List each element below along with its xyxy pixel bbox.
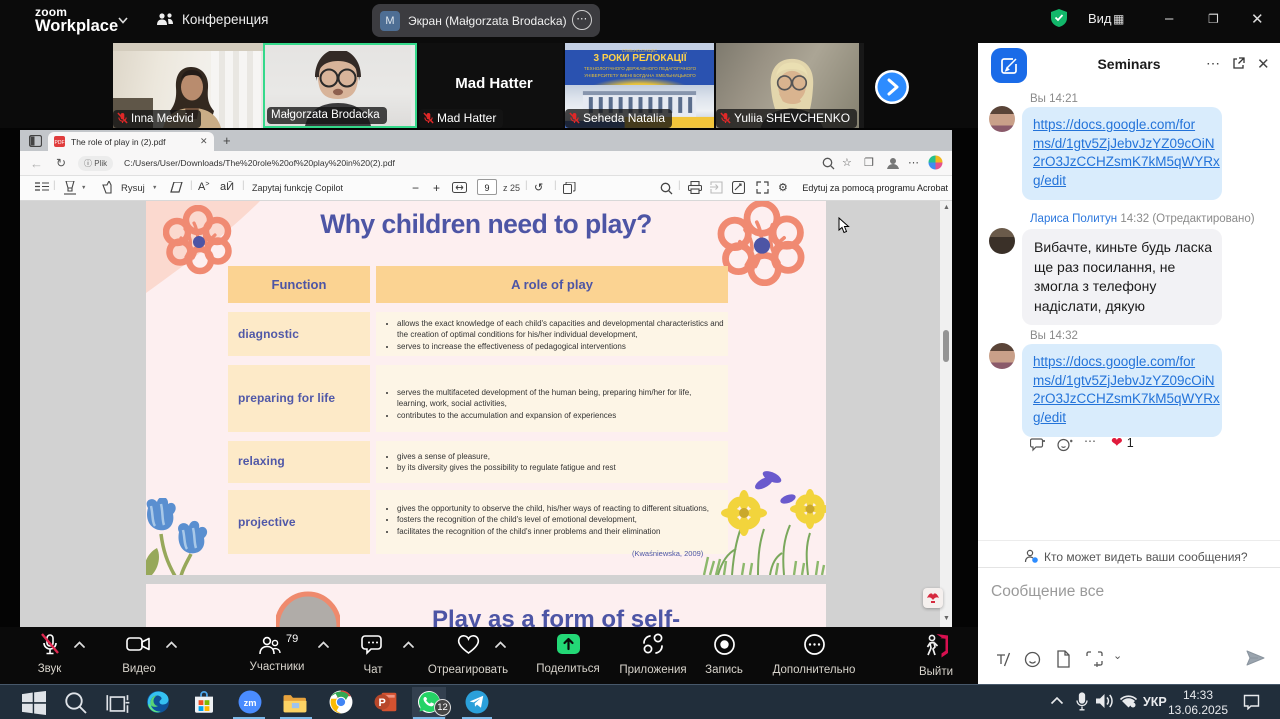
svg-text:zm: zm — [244, 698, 257, 708]
svg-text:P: P — [379, 697, 386, 709]
svg-text:PDF: PDF — [55, 140, 65, 146]
